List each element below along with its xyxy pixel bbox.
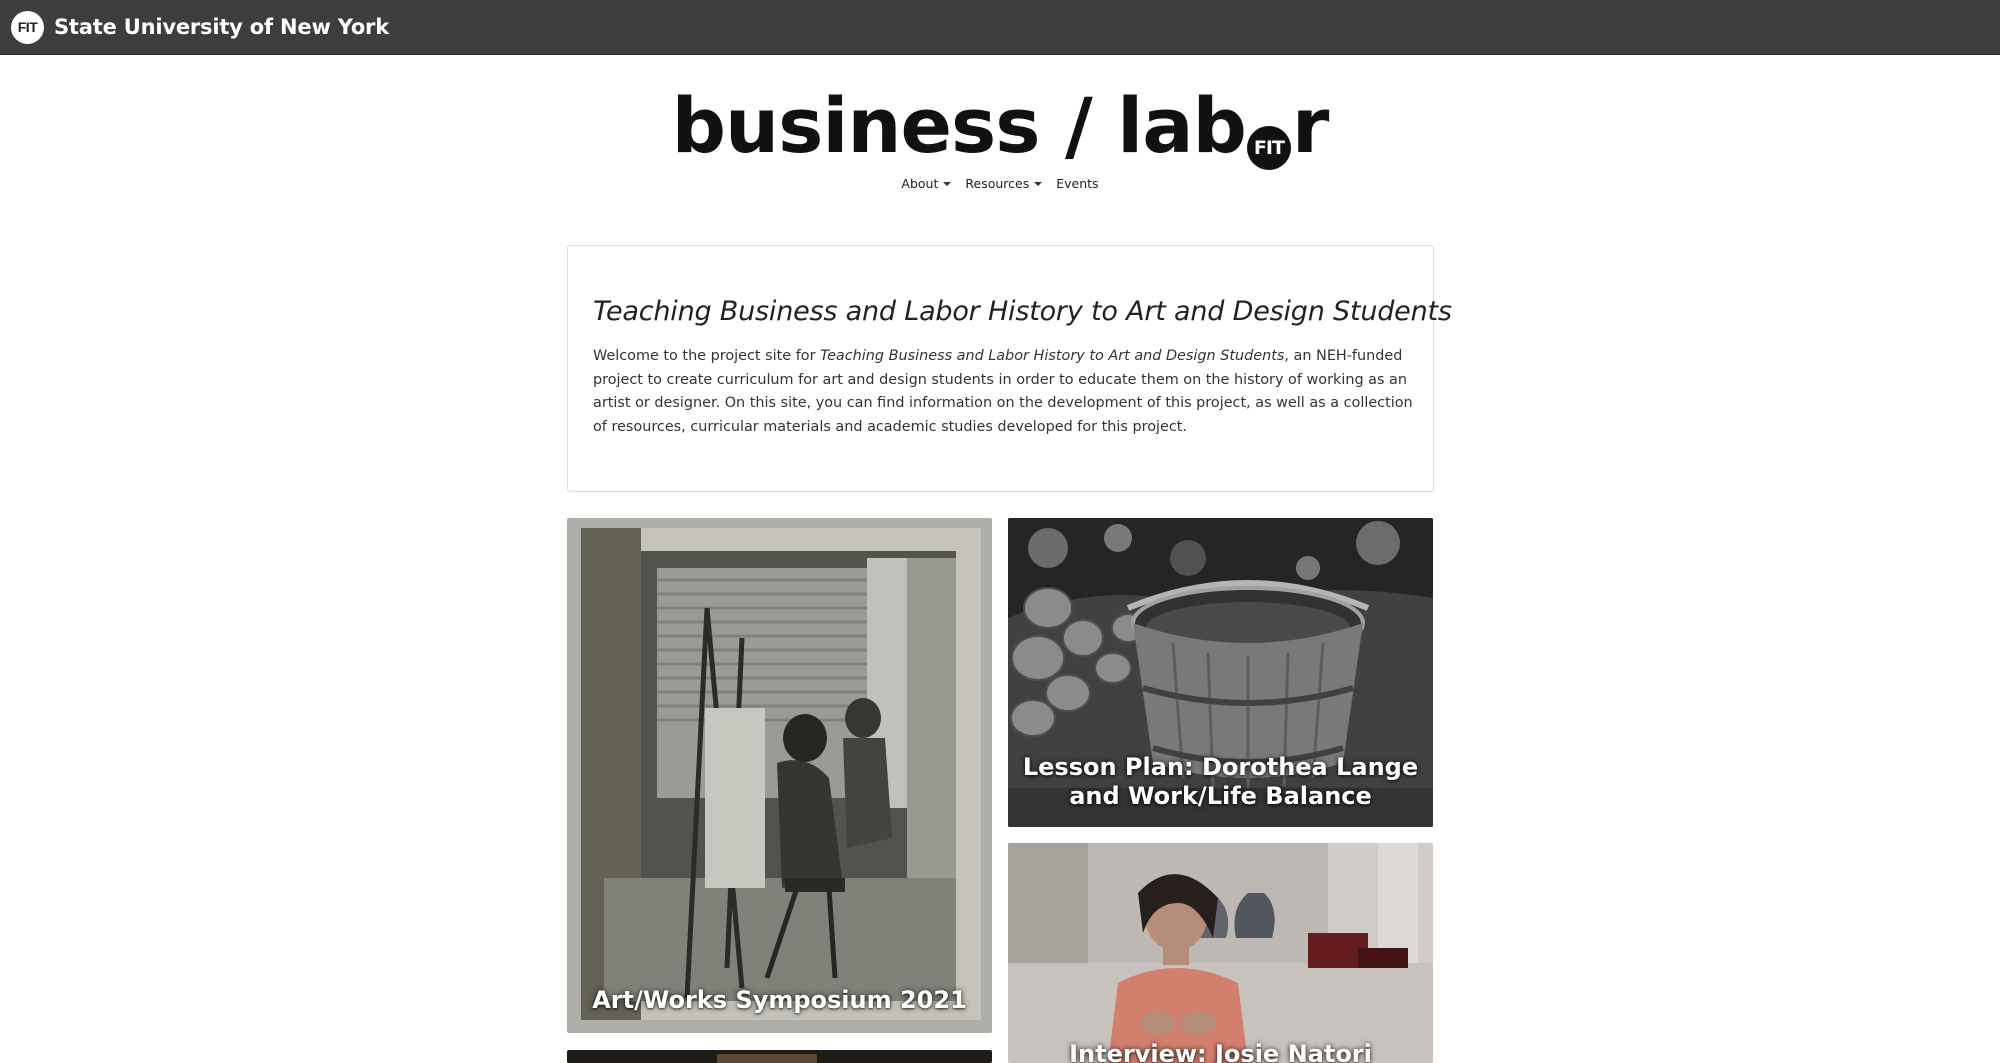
intro-body: Welcome to the project site for Teaching… — [593, 345, 1423, 439]
intro-body-prefix: Welcome to the project site for — [593, 348, 821, 364]
logo-text-start: business / lab — [671, 81, 1247, 170]
nav-about-label: About — [901, 176, 939, 191]
nav-resources[interactable]: Resources — [965, 176, 1043, 191]
logo-fit-badge-icon: FIT — [1246, 126, 1291, 170]
card-partial[interactable] — [567, 1050, 992, 1063]
site-logo[interactable]: business / lab FIT r — [0, 78, 2000, 174]
photo-interview — [1008, 843, 1433, 1063]
nav-about[interactable]: About — [901, 176, 952, 191]
card-symposium-title[interactable]: Art/Works Symposium 2021 — [567, 986, 992, 1015]
card-josie-natori[interactable]: Interview: Josie Natori — [1008, 843, 1433, 1063]
intro-card: Teaching Business and Labor History to A… — [567, 245, 1452, 492]
card-dorothea-lange-title[interactable]: Lesson Plan: Dorothea Lange and Work/Lif… — [1008, 753, 1433, 811]
intro-title: Teaching Business and Labor History to A… — [593, 296, 1452, 327]
main-nav: About Resources Events — [0, 176, 2000, 191]
card-dorothea-lange[interactable]: Lesson Plan: Dorothea Lange and Work/Lif… — [1008, 518, 1433, 827]
caret-down-icon — [1034, 181, 1043, 186]
caret-down-icon — [943, 181, 952, 186]
nav-events-label: Events — [1056, 176, 1099, 191]
photo-painting-class — [567, 518, 992, 1033]
nav-resources-label: Resources — [965, 176, 1030, 191]
photo-partial — [567, 1050, 992, 1063]
intro-body-italic: Teaching Business and Labor History to A… — [820, 348, 1285, 364]
fit-logo-icon[interactable]: FIT — [11, 10, 44, 44]
card-symposium[interactable]: Art/Works Symposium 2021 — [567, 518, 992, 1033]
logo-text-end: r — [1291, 81, 1329, 170]
card-josie-natori-title[interactable]: Interview: Josie Natori — [1008, 1040, 1433, 1063]
nav-events[interactable]: Events — [1056, 176, 1098, 191]
university-name-link[interactable]: State University of New York — [54, 15, 389, 39]
top-bar: FIT State University of New York — [0, 0, 2000, 55]
